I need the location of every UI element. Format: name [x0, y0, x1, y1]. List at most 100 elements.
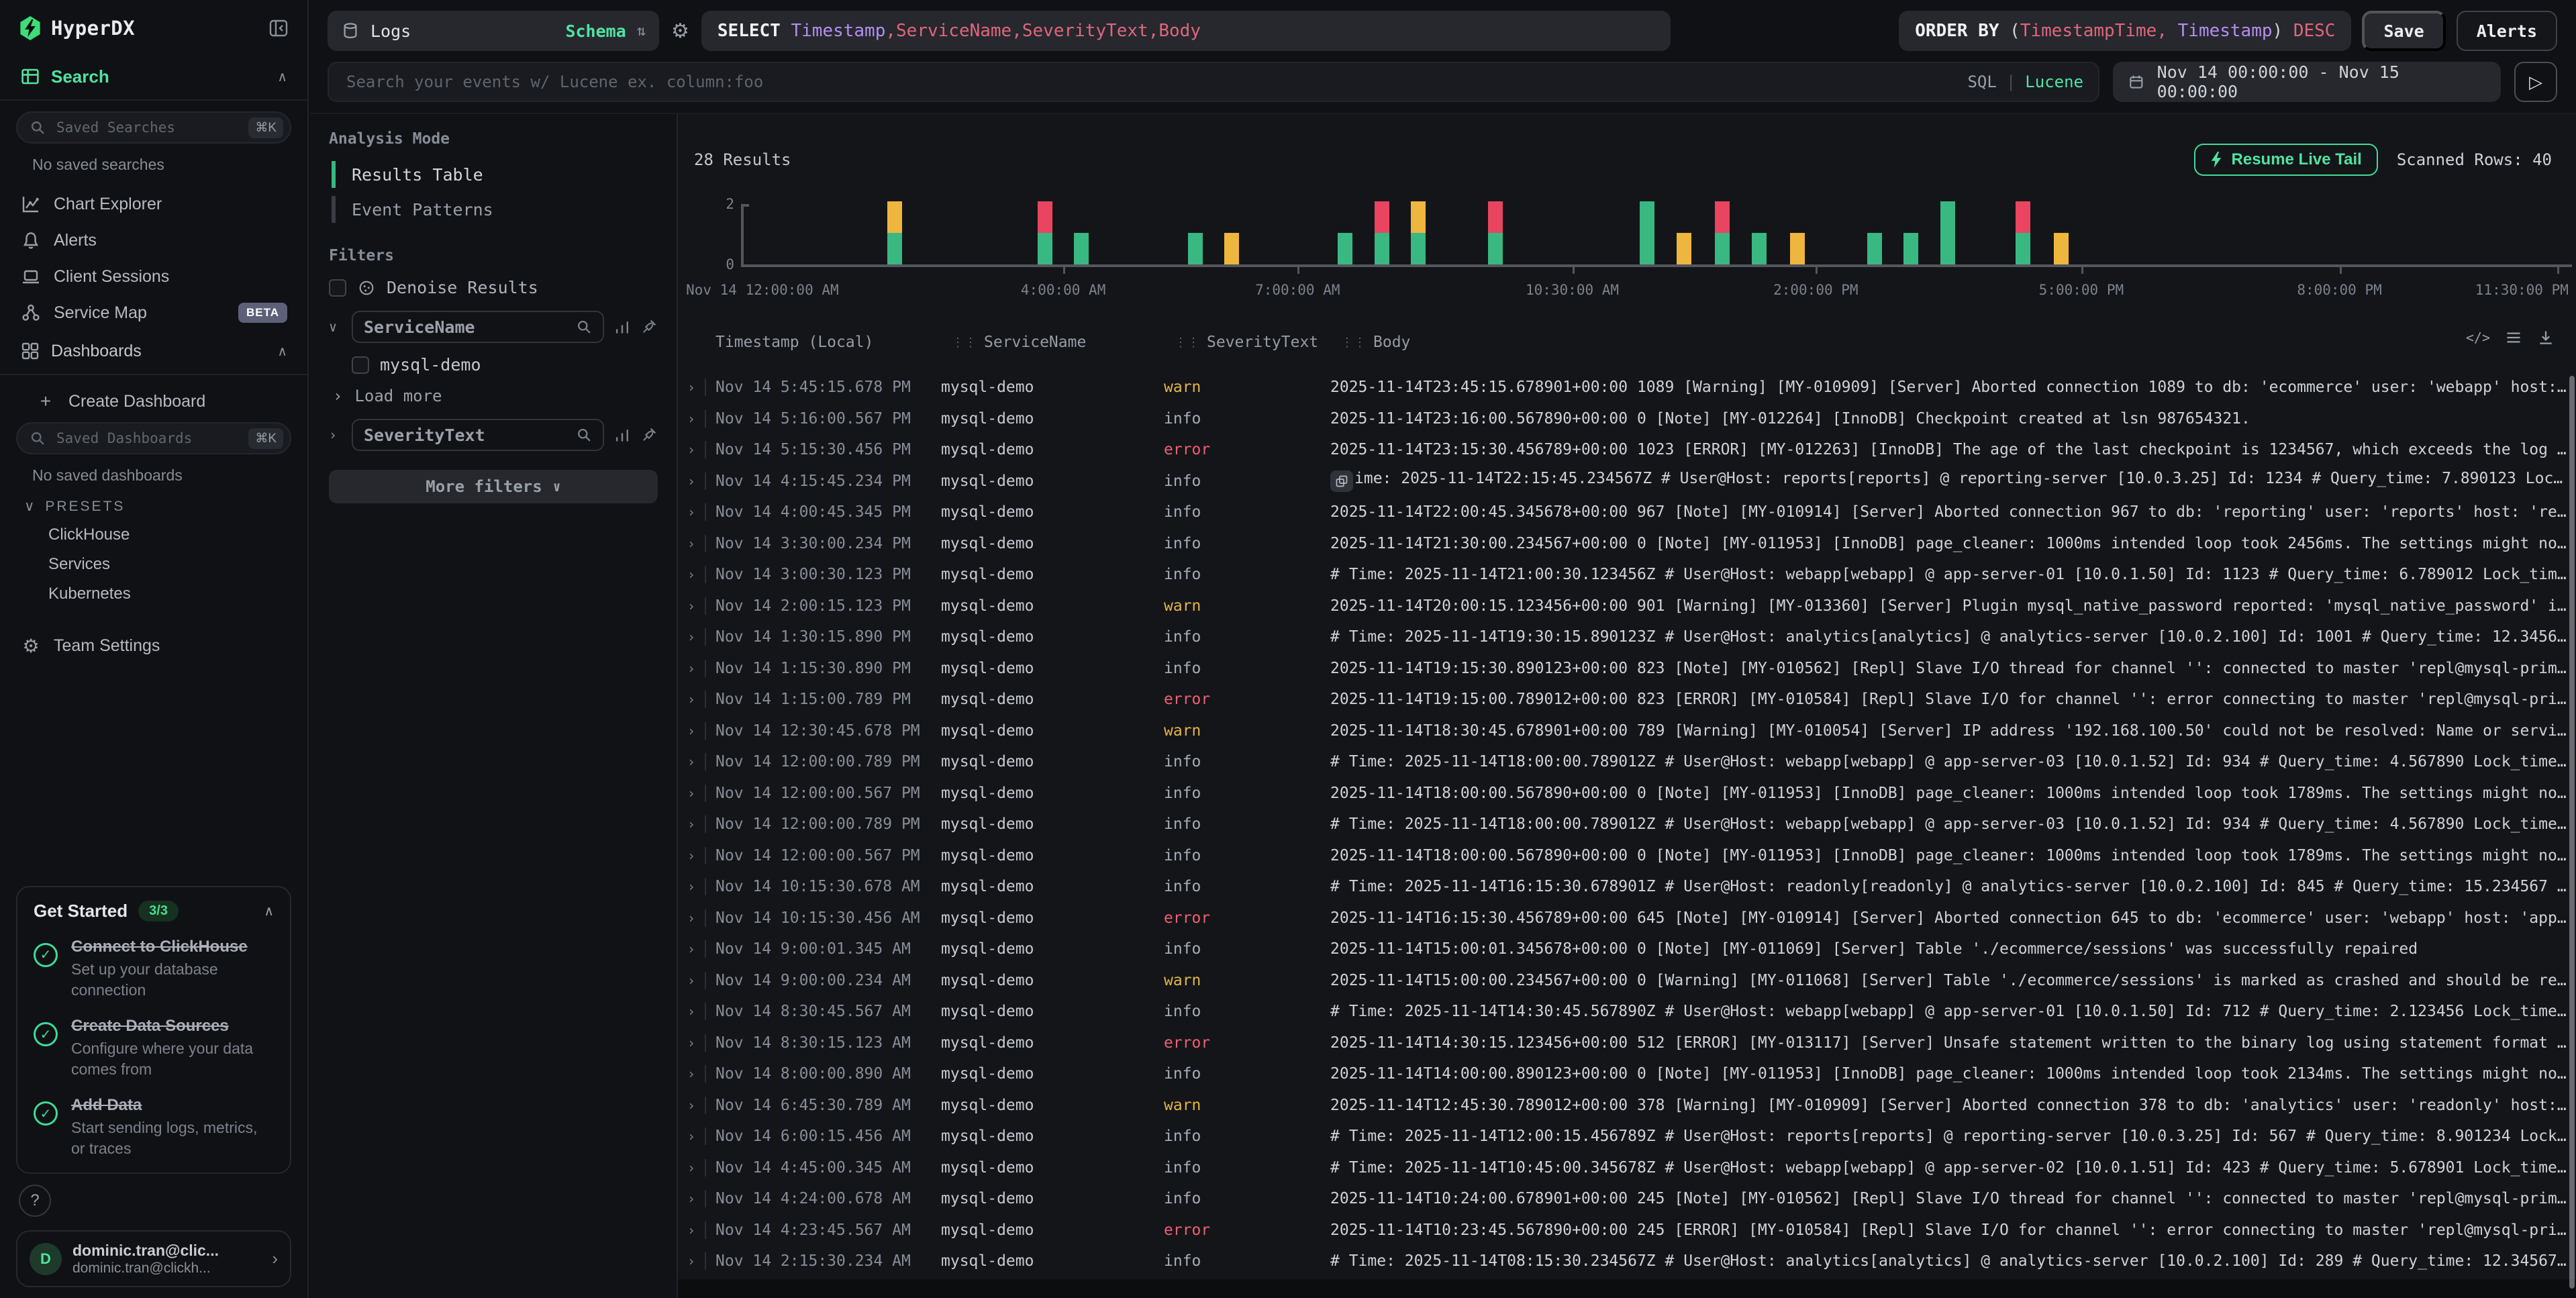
sidebar-item-alerts[interactable]: Alerts — [16, 222, 291, 258]
mode-sql[interactable]: SQL — [1967, 72, 1996, 91]
save-button[interactable]: Save — [2362, 11, 2445, 51]
log-table-row[interactable]: ›Nov 14 1:15:30.890 PMmysql-demoinfo2025… — [678, 653, 2576, 685]
user-menu[interactable]: D dominic.tran@clic... dominic.tran@clic… — [16, 1230, 291, 1287]
row-expand-chevron-icon[interactable]: › — [678, 816, 705, 832]
log-table-row[interactable]: ›Nov 14 6:00:15.456 AMmysql-demoinfo# Ti… — [678, 1121, 2576, 1152]
log-table-row[interactable]: ›Nov 14 3:30:00.234 PMmysql-demoinfo2025… — [678, 528, 2576, 560]
facet-search-box[interactable]: SeverityText — [352, 419, 604, 451]
create-dashboard-button[interactable]: + Create Dashboard — [16, 383, 291, 419]
saved-dashboards-field[interactable] — [54, 429, 240, 448]
histogram-bar[interactable] — [1715, 201, 1730, 264]
log-table-row[interactable]: ›Nov 14 8:30:15.123 AMmysql-demoerror202… — [678, 1028, 2576, 1059]
histogram-bar[interactable] — [1074, 233, 1089, 264]
row-expand-chevron-icon[interactable]: › — [678, 1222, 705, 1238]
sidebar-item-dashboards[interactable]: Dashboards ∧ — [16, 331, 291, 371]
event-search-box[interactable]: SQL | Lucene — [328, 62, 2099, 102]
histogram-bar[interactable] — [1375, 201, 1389, 264]
facet-value-checkbox[interactable] — [352, 356, 369, 374]
row-expand-chevron-icon[interactable]: › — [678, 1191, 705, 1207]
row-expand-chevron-icon[interactable]: › — [678, 1097, 705, 1113]
get-started-step[interactable]: ✓ Create Data Sources Configure where yo… — [34, 1017, 274, 1080]
sidebar-item-search[interactable]: Search ∧ — [16, 56, 291, 97]
histogram-bar[interactable] — [1903, 233, 1918, 264]
query-settings-gear-icon[interactable]: ⚙ — [670, 19, 691, 43]
log-table-row[interactable]: ›Nov 14 4:45:00.345 AMmysql-demoinfo# Ti… — [678, 1152, 2576, 1184]
log-table-row[interactable]: ›Nov 14 12:00:00.567 PMmysql-demoinfo202… — [678, 840, 2576, 872]
copy-body-button[interactable] — [1330, 470, 1353, 492]
code-view-icon[interactable]: </> — [2466, 330, 2490, 346]
chevron-up-icon[interactable]: ∧ — [277, 343, 287, 360]
histogram-bar[interactable] — [1752, 233, 1767, 264]
log-table-row[interactable]: ›Nov 14 4:15:45.234 PMmysql-demoinfoime:… — [678, 466, 2576, 497]
mode-event-patterns[interactable]: Event Patterns — [332, 196, 658, 223]
row-expand-chevron-icon[interactable]: › — [678, 1128, 705, 1144]
mode-lucene[interactable]: Lucene — [2025, 72, 2083, 91]
preset-clickhouse[interactable]: ClickHouse — [16, 520, 291, 550]
histogram-bar[interactable] — [1790, 233, 1805, 264]
presets-group-header[interactable]: ∨ PRESETS — [16, 490, 291, 520]
pin-icon[interactable] — [640, 426, 658, 444]
row-density-icon[interactable] — [2505, 329, 2522, 346]
help-button[interactable]: ? — [19, 1185, 51, 1217]
saved-searches-field[interactable] — [54, 118, 240, 137]
preset-services[interactable]: Services — [16, 550, 291, 579]
chevron-right-icon[interactable]: › — [329, 427, 342, 443]
log-table-row[interactable]: ›Nov 14 12:00:00.567 PMmysql-demoinfo202… — [678, 778, 2576, 809]
row-expand-chevron-icon[interactable]: › — [678, 785, 705, 801]
download-icon[interactable] — [2537, 329, 2555, 346]
facet-chart-icon[interactable] — [613, 426, 631, 444]
log-table-row[interactable]: ›Nov 14 8:30:45.567 AMmysql-demoinfo# Ti… — [678, 996, 2576, 1028]
drag-handle-icon[interactable]: ⋮⋮ — [1341, 336, 1367, 350]
facet-search-box[interactable]: ServiceName — [352, 311, 604, 343]
column-header-servicename[interactable]: ⋮⋮ServiceName — [952, 334, 1175, 351]
histogram-bar[interactable] — [1411, 201, 1426, 264]
column-header-severitytext[interactable]: ⋮⋮SeverityText — [1175, 334, 1341, 351]
row-expand-chevron-icon[interactable]: › — [678, 754, 705, 770]
row-expand-chevron-icon[interactable]: › — [678, 660, 705, 677]
drag-handle-icon[interactable]: ⋮⋮ — [952, 336, 977, 350]
chevron-up-icon[interactable]: ∧ — [277, 68, 287, 85]
log-table-row[interactable]: ›Nov 14 4:24:00.678 AMmysql-demoinfo2025… — [678, 1183, 2576, 1215]
log-table-row[interactable]: ›Nov 14 5:15:30.456 PMmysql-demoerror202… — [678, 434, 2576, 466]
log-table-row[interactable]: ›Nov 14 3:00:30.123 PMmysql-demoinfo# Ti… — [678, 559, 2576, 591]
get-started-header[interactable]: Get Started 3/3 ∧ — [34, 901, 274, 921]
log-table-row[interactable]: ›Nov 14 10:15:30.678 AMmysql-demoinfo# T… — [678, 871, 2576, 903]
sidebar-collapse-icon[interactable] — [268, 18, 289, 38]
log-table-row[interactable]: ›Nov 14 6:45:30.789 AMmysql-demowarn2025… — [678, 1090, 2576, 1121]
preset-kubernetes[interactable]: Kubernetes — [16, 579, 291, 609]
row-expand-chevron-icon[interactable]: › — [678, 1253, 705, 1269]
histogram-bar[interactable] — [1488, 201, 1503, 264]
get-started-step[interactable]: ✓ Add Data Start sending logs, metrics, … — [34, 1096, 274, 1159]
histogram-bar[interactable] — [1038, 201, 1052, 264]
load-more-button[interactable]: › Load more — [333, 387, 658, 405]
histogram-bar[interactable] — [2054, 233, 2069, 264]
date-range-picker[interactable]: Nov 14 00:00:00 - Nov 15 00:00:00 — [2113, 62, 2501, 102]
log-table-row[interactable]: ›Nov 14 12:00:00.789 PMmysql-demoinfo# T… — [678, 746, 2576, 778]
chart-plot-area[interactable] — [741, 188, 2572, 267]
row-expand-chevron-icon[interactable]: › — [678, 629, 705, 645]
source-select[interactable]: Logs Schema ⇅ — [328, 11, 659, 51]
more-filters-button[interactable]: More filters ∨ — [329, 470, 658, 503]
log-table-row[interactable]: ›Nov 14 9:00:01.345 AMmysql-demoinfo2025… — [678, 934, 2576, 965]
histogram-bar[interactable] — [1640, 201, 1654, 264]
alerts-button[interactable]: Alerts — [2457, 11, 2557, 51]
column-header-timestamp[interactable]: Timestamp (Local) — [715, 334, 952, 351]
order-by-input[interactable]: ORDER BY (TimestampTime, Timestamp) DESC — [1899, 11, 2351, 51]
row-expand-chevron-icon[interactable]: › — [678, 442, 705, 458]
histogram-bar[interactable] — [1224, 233, 1239, 264]
resume-live-tail-button[interactable]: Resume Live Tail — [2194, 144, 2378, 176]
log-table-row[interactable]: ›Nov 14 4:00:45.345 PMmysql-demoinfo2025… — [678, 497, 2576, 528]
get-started-step[interactable]: ✓ Connect to ClickHouse Set up your data… — [34, 938, 274, 1001]
facet-chart-icon[interactable] — [613, 318, 631, 336]
sidebar-item-chart-explorer[interactable]: Chart Explorer — [16, 186, 291, 222]
row-expand-chevron-icon[interactable]: › — [678, 1066, 705, 1082]
log-table-row[interactable]: ›Nov 14 9:00:00.234 AMmysql-demowarn2025… — [678, 965, 2576, 997]
row-expand-chevron-icon[interactable]: › — [678, 473, 705, 489]
histogram-bar[interactable] — [1940, 201, 1955, 264]
log-table-row[interactable]: ›Nov 14 1:15:00.789 PMmysql-demoerror202… — [678, 684, 2576, 715]
search-input[interactable] — [344, 71, 1956, 93]
row-expand-chevron-icon[interactable]: › — [678, 1003, 705, 1019]
log-table-row[interactable]: ›Nov 14 12:00:00.789 PMmysql-demoinfo# T… — [678, 809, 2576, 840]
sidebar-item-service-map[interactable]: Service Map BETA — [16, 295, 291, 331]
saved-searches-input[interactable]: ⌘K — [16, 111, 291, 144]
